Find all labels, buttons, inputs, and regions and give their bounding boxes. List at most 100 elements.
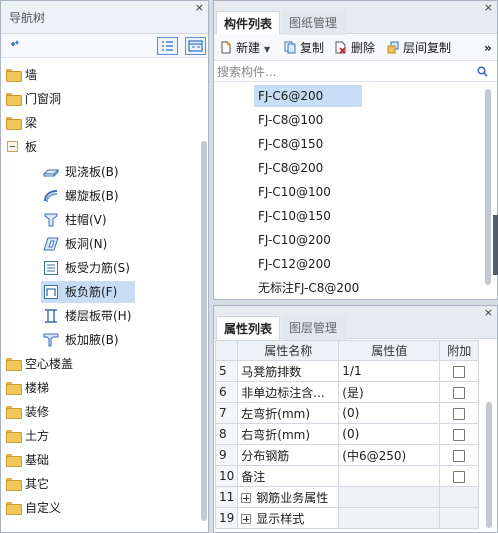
- tree-item-slab-hole[interactable]: 板洞(N): [43, 233, 133, 255]
- tree-item-label: 基础: [25, 453, 50, 467]
- tree-item-decoration[interactable]: 装修: [1, 401, 201, 423]
- tree-item-label: 板: [25, 140, 38, 154]
- property-value[interactable]: (0): [338, 423, 441, 445]
- extra-checkbox[interactable]: [453, 449, 466, 462]
- property-name: 非单边标注含...: [237, 381, 340, 403]
- property-value[interactable]: 1/1: [338, 360, 441, 382]
- new-button[interactable]: 新建 ▼: [220, 40, 270, 56]
- component-list-scrollbar[interactable]: [485, 89, 491, 285]
- property-row[interactable]: 7 左弯折(mm) (0): [214, 402, 480, 424]
- folder-icon: [6, 502, 22, 515]
- nav-scrollbar[interactable]: [201, 141, 207, 521]
- property-group-row[interactable]: 19 显示样式: [214, 507, 480, 529]
- tab-property-list[interactable]: 属性列表: [216, 316, 280, 340]
- tab-layer-management[interactable]: 图层管理: [282, 316, 346, 340]
- search-icon[interactable]: [477, 66, 488, 77]
- property-scrollbar[interactable]: [486, 402, 492, 528]
- component-item[interactable]: FJ-C8@200: [254, 157, 327, 179]
- property-table: 属性名称 属性值 附加 5 马凳筋排数 1/1 6 非单边标注含... (是) …: [214, 340, 480, 529]
- tree-item-earthwork[interactable]: 土方: [1, 425, 201, 447]
- row-number: 8: [214, 423, 239, 445]
- slab-haunch-icon: [43, 333, 59, 347]
- tree-item-column-cap[interactable]: 柱帽(V): [43, 209, 133, 231]
- card-view-icon[interactable]: [185, 37, 206, 55]
- extra-checkbox[interactable]: [453, 365, 466, 378]
- list-view-icon[interactable]: [157, 37, 178, 55]
- property-row[interactable]: 6 非单边标注含... (是): [214, 381, 480, 403]
- property-row[interactable]: 5 马凳筋排数 1/1: [214, 360, 480, 382]
- property-row[interactable]: 8 右弯折(mm) (0): [214, 423, 480, 445]
- tree-item-label: 门窗洞: [25, 92, 62, 106]
- tree-item-other[interactable]: 其它: [1, 473, 201, 495]
- tree-item-spiral-slab[interactable]: 螺旋板(B): [43, 185, 133, 207]
- header-extra: 附加: [439, 340, 480, 361]
- cast-slab-icon: [43, 169, 59, 177]
- tree-item-hollow-floor[interactable]: 空心楼盖: [1, 353, 201, 375]
- floor-copy-button[interactable]: 层间复制: [387, 40, 451, 56]
- property-value[interactable]: (中6@250): [338, 444, 441, 466]
- property-value[interactable]: (是): [338, 381, 441, 403]
- floor-strip-icon: [45, 309, 57, 323]
- extra-checkbox[interactable]: [453, 470, 466, 483]
- tab-drawing-management[interactable]: 图纸管理: [282, 11, 346, 35]
- nav-close-icon[interactable]: ×: [195, 1, 204, 14]
- extra-checkbox[interactable]: [453, 386, 466, 399]
- floor-copy-button-label: 层间复制: [403, 41, 452, 55]
- property-name: 分布钢筋: [237, 444, 340, 466]
- tree-item-slab-haunch[interactable]: 板加腋(B): [43, 329, 133, 351]
- component-item[interactable]: FJ-C8@100: [254, 109, 327, 131]
- property-value[interactable]: [338, 465, 441, 487]
- extra-checkbox[interactable]: [453, 407, 466, 420]
- component-search-input[interactable]: [217, 64, 467, 80]
- tree-item-slab[interactable]: 板: [1, 136, 201, 158]
- folder-icon: [6, 93, 22, 106]
- add-sparkle-icon[interactable]: [7, 39, 21, 51]
- component-item[interactable]: FJ-C10@100: [254, 181, 335, 203]
- folder-icon: [6, 406, 22, 419]
- property-row[interactable]: 10 备注: [214, 465, 480, 487]
- new-file-icon: [221, 41, 231, 54]
- property-group-name[interactable]: 钢筋业务属性: [237, 486, 340, 508]
- expand-icon[interactable]: [241, 513, 252, 524]
- copy-button[interactable]: 复制: [284, 40, 324, 56]
- delete-button[interactable]: 删除: [335, 40, 375, 56]
- tree-item-custom[interactable]: 自定义: [1, 497, 201, 519]
- property-group-name[interactable]: 显示样式: [237, 507, 340, 529]
- expand-icon[interactable]: [241, 492, 252, 503]
- extra-checkbox[interactable]: [453, 428, 466, 441]
- property-close-icon[interactable]: ×: [484, 306, 493, 319]
- property-name: 左弯折(mm): [237, 402, 340, 424]
- header-value: 属性值: [338, 340, 441, 361]
- tree-item-beam[interactable]: 梁: [1, 112, 201, 134]
- property-group-row[interactable]: 11 钢筋业务属性: [214, 486, 480, 508]
- collapse-icon[interactable]: [7, 141, 18, 152]
- component-item[interactable]: FJ-C10@150: [254, 205, 335, 227]
- tree-item-stairs[interactable]: 楼梯: [1, 377, 201, 399]
- folder-icon: [6, 478, 22, 491]
- tree-item-floor-strip[interactable]: 楼层板带(H): [43, 305, 143, 327]
- row-number: 5: [214, 360, 239, 382]
- component-list-panel: × 构件列表 图纸管理 新建▼ 复制 删除 层间复制 » FJ-C6@200 F…: [213, 0, 498, 300]
- tree-item-slab-rebar[interactable]: 板受力筋(S): [43, 257, 143, 279]
- tree-item-wall[interactable]: 墙: [1, 64, 201, 86]
- component-item[interactable]: FJ-C10@200: [254, 229, 335, 251]
- folder-icon: [6, 69, 22, 82]
- component-item[interactable]: FJ-C8@150: [254, 133, 327, 155]
- component-close-icon[interactable]: ×: [484, 1, 493, 14]
- tree-item-foundation[interactable]: 基础: [1, 449, 201, 471]
- property-row[interactable]: 9 分布钢筋 (中6@250): [214, 444, 480, 466]
- component-item[interactable]: 无标注FJ-C8@200: [254, 277, 363, 299]
- property-value[interactable]: (0): [338, 402, 441, 424]
- new-dropdown-icon[interactable]: ▼: [264, 45, 270, 54]
- component-item[interactable]: FJ-C12@200: [254, 253, 335, 275]
- tab-component-list[interactable]: 构件列表: [216, 11, 280, 35]
- nav-tree-panel: 导航树 × 墙 门窗洞 梁 板 现浇板(B) 螺旋板(B) 柱帽(V) 板洞(N…: [0, 0, 209, 533]
- splitter-handle[interactable]: [493, 215, 498, 275]
- tree-item-cast-slab[interactable]: 现浇板(B): [43, 161, 133, 183]
- tree-item-slab-negative-rebar[interactable]: 板负筋(F): [41, 281, 135, 303]
- tree-item-door-window[interactable]: 门窗洞: [1, 88, 201, 110]
- component-item[interactable]: FJ-C6@200: [254, 85, 362, 107]
- copy-icon: [284, 41, 296, 54]
- tree-item-label: 楼梯: [25, 381, 50, 395]
- toolbar-overflow-icon[interactable]: »: [484, 40, 492, 56]
